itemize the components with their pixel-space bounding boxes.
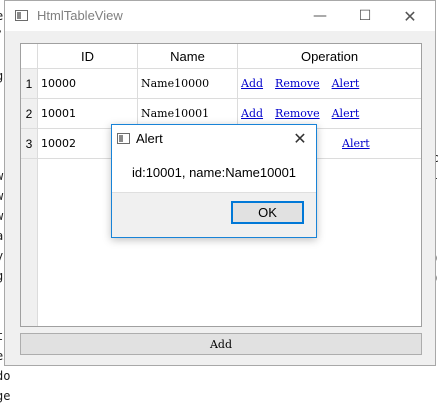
table-row: 1 10000 Name10000 Add Remove Alert: [21, 69, 421, 99]
name-cell[interactable]: Name10000: [138, 69, 238, 99]
app-icon: [15, 10, 28, 21]
add-button[interactable]: Add: [20, 333, 422, 355]
row-number[interactable]: 2: [21, 99, 38, 129]
alert-link[interactable]: Alert: [332, 107, 360, 120]
ok-button[interactable]: OK: [231, 201, 304, 224]
dialog-title-bar: Alert ✕: [112, 125, 316, 153]
row-number[interactable]: 3: [21, 129, 38, 159]
id-cell[interactable]: 10000: [38, 69, 138, 99]
remove-link[interactable]: Remove: [275, 77, 320, 90]
dialog-title: Alert: [136, 131, 163, 146]
table-corner: [21, 44, 38, 69]
alert-link[interactable]: Alert: [342, 137, 370, 150]
title-bar: HtmlTableView — ☐ ✕: [5, 1, 435, 31]
remove-link[interactable]: Remove: [275, 107, 320, 120]
dialog-app-icon: [117, 133, 130, 144]
dialog-close-button[interactable]: ✕: [290, 128, 310, 148]
window-title: HtmlTableView: [37, 8, 123, 23]
row-number[interactable]: 1: [21, 69, 38, 99]
add-link[interactable]: Add: [241, 107, 263, 120]
column-header-id[interactable]: ID: [38, 44, 138, 69]
column-header-operation[interactable]: Operation: [238, 44, 421, 69]
dialog-message: id:10001, name:Name10001: [131, 165, 297, 180]
minimize-button[interactable]: —: [297, 1, 343, 31]
dialog-body: id:10001, name:Name10001: [112, 153, 316, 193]
add-link[interactable]: Add: [241, 77, 263, 90]
alert-link[interactable]: Alert: [332, 77, 360, 90]
close-button[interactable]: ✕: [387, 1, 433, 31]
alert-dialog: Alert ✕ id:10001, name:Name10001 OK: [111, 124, 317, 238]
operation-cell: Add Remove Alert: [238, 69, 421, 99]
column-header-name[interactable]: Name: [138, 44, 238, 69]
maximize-button[interactable]: ☐: [342, 1, 388, 31]
